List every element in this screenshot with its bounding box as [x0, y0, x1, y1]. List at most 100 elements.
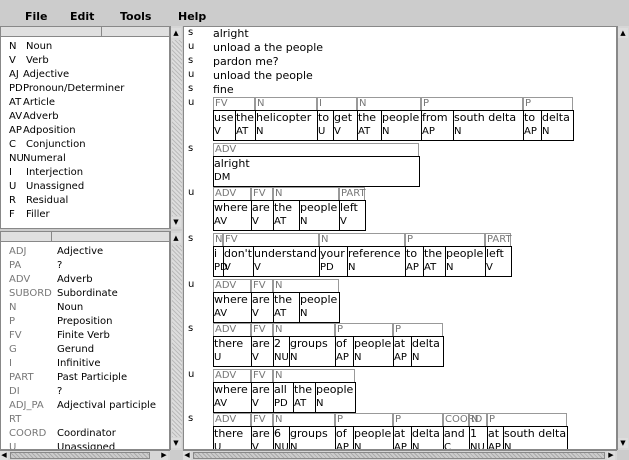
- token-word[interactable]: people: [353, 427, 391, 440]
- menu-edit[interactable]: Edit: [70, 10, 94, 23]
- scroll-track[interactable]: [172, 245, 182, 437]
- token-pos-tag[interactable]: V: [333, 126, 341, 138]
- token-word[interactable]: are: [251, 293, 270, 306]
- chunk-tag-row[interactable]: ADJ_PA Adjectival participle: [1, 400, 169, 414]
- token-pos-tag[interactable]: N: [541, 126, 549, 138]
- token-word[interactable]: of: [335, 337, 347, 350]
- chunk-label[interactable]: FV: [251, 279, 273, 292]
- token-pos-tag[interactable]: C: [443, 442, 451, 449]
- chunk-label[interactable]: N: [357, 97, 421, 110]
- token-word[interactable]: people: [445, 247, 483, 260]
- chunk-label[interactable]: N: [319, 233, 405, 246]
- token-word[interactable]: where: [213, 201, 248, 214]
- token-word[interactable]: people: [299, 293, 337, 306]
- token-word[interactable]: where: [213, 383, 248, 396]
- token-pos-tag[interactable]: N: [315, 398, 323, 410]
- scroll-left-icon[interactable]: ◀: [0, 451, 8, 460]
- pos-tag-row[interactable]: PD Pronoun/Determiner: [1, 83, 169, 97]
- token-pos-tag[interactable]: N: [347, 262, 355, 274]
- chunk-label[interactable]: FV: [251, 187, 273, 200]
- token-word[interactable]: from: [421, 111, 448, 124]
- token-pos-tag[interactable]: V: [339, 216, 347, 228]
- token-word[interactable]: are: [251, 427, 270, 440]
- token-pos-tag[interactable]: AT: [273, 216, 286, 228]
- chunk-tag-row[interactable]: RT: [1, 414, 169, 428]
- token-pos-tag[interactable]: AP: [335, 352, 349, 364]
- chunk-label[interactable]: ADV: [213, 369, 251, 382]
- token-pos-tag[interactable]: N: [353, 352, 361, 364]
- chunk-label[interactable]: ADV: [213, 187, 251, 200]
- token-pos-tag[interactable]: AV: [213, 398, 227, 410]
- token-pos-tag[interactable]: V: [485, 262, 493, 274]
- chunk-label[interactable]: I: [317, 97, 357, 110]
- chunk-label[interactable]: ADV: [213, 279, 251, 292]
- chunk-label[interactable]: N: [273, 413, 335, 426]
- token-pos-tag[interactable]: N: [411, 352, 419, 364]
- chunk-label[interactable]: PART: [339, 187, 366, 200]
- token-pos-tag[interactable]: AP: [335, 442, 349, 449]
- menu-tools[interactable]: Tools: [120, 10, 151, 23]
- token-word[interactable]: 1: [469, 427, 477, 440]
- pos-tag-scrollbar[interactable]: ▲ ▼: [170, 26, 182, 229]
- token-pos-tag[interactable]: V: [223, 262, 231, 274]
- token-pos-tag[interactable]: U: [317, 126, 325, 138]
- menu-help[interactable]: Help: [178, 10, 206, 23]
- chunk-tag-hscrollbar[interactable]: ◀ ▶: [0, 450, 170, 460]
- token-word[interactable]: are: [251, 337, 270, 350]
- token-pos-tag[interactable]: N: [381, 126, 389, 138]
- chunk-label[interactable]: FV: [251, 323, 273, 336]
- scroll-up-icon[interactable]: ▲: [171, 28, 181, 38]
- token-word[interactable]: south delta: [453, 111, 516, 124]
- chunk-label[interactable]: P: [487, 413, 567, 426]
- token-word[interactable]: groups: [289, 427, 328, 440]
- token-word[interactable]: the: [423, 247, 442, 260]
- token-pos-tag[interactable]: V: [251, 398, 259, 410]
- token-word[interactable]: helicopter: [255, 111, 311, 124]
- token-pos-tag[interactable]: V: [251, 308, 259, 320]
- token-pos-tag[interactable]: V: [251, 442, 259, 449]
- token-word[interactable]: to: [405, 247, 417, 260]
- token-word[interactable]: and: [443, 427, 465, 440]
- token-word[interactable]: at: [393, 427, 405, 440]
- chunk-tag-row[interactable]: FV Finite Verb: [1, 330, 169, 344]
- chunk-label[interactable]: N: [273, 369, 355, 382]
- token-word[interactable]: at: [487, 427, 499, 440]
- scroll-down-icon[interactable]: ▼: [171, 438, 181, 448]
- token-pos-tag[interactable]: N: [255, 126, 263, 138]
- token-pos-tag[interactable]: AP: [405, 262, 419, 274]
- token-pos-tag[interactable]: NU: [273, 352, 289, 364]
- token-word[interactable]: delta: [411, 427, 440, 440]
- chunk-tag-row[interactable]: I Infinitive: [1, 358, 169, 372]
- token-word[interactable]: your: [319, 247, 345, 260]
- pos-tag-row[interactable]: AV Adverb: [1, 111, 169, 125]
- token-pos-tag[interactable]: V: [251, 352, 259, 364]
- chunk-label[interactable]: N: [213, 233, 223, 246]
- token-word[interactable]: the: [273, 293, 292, 306]
- token-pos-tag[interactable]: AV: [213, 216, 227, 228]
- scroll-thumb[interactable]: [193, 452, 605, 459]
- scroll-up-icon[interactable]: ▲: [618, 28, 628, 38]
- pos-tag-row[interactable]: AP Adposition: [1, 125, 169, 139]
- token-pos-tag[interactable]: NU: [273, 442, 289, 449]
- scroll-thumb[interactable]: [10, 452, 150, 459]
- chunk-label[interactable]: FV: [251, 369, 273, 382]
- chunk-tag-row[interactable]: DI?: [1, 386, 169, 400]
- token-pos-tag[interactable]: V: [253, 262, 261, 274]
- token-word[interactable]: to: [317, 111, 329, 124]
- token-word[interactable]: understand: [253, 247, 317, 260]
- token-pos-tag[interactable]: U: [213, 352, 221, 364]
- chunk-label[interactable]: N: [469, 413, 487, 426]
- token-word[interactable]: the: [235, 111, 254, 124]
- token-word[interactable]: where: [213, 293, 248, 306]
- token-pos-tag[interactable]: AT: [293, 398, 306, 410]
- chunk-tag-row[interactable]: ADJ Adjective: [1, 246, 169, 260]
- pos-tag-row[interactable]: U Unassigned: [1, 181, 169, 195]
- utterance-text[interactable]: alright: [213, 27, 249, 40]
- pos-tag-row[interactable]: I Interjection: [1, 167, 169, 181]
- transcript-hscrollbar[interactable]: ◀ ▶: [183, 450, 617, 460]
- token-pos-tag[interactable]: V: [213, 126, 221, 138]
- chunk-label[interactable]: P: [393, 413, 443, 426]
- token-word[interactable]: of: [335, 427, 347, 440]
- chunk-tag-row[interactable]: G Gerund: [1, 344, 169, 358]
- chunk-label[interactable]: FV: [251, 413, 273, 426]
